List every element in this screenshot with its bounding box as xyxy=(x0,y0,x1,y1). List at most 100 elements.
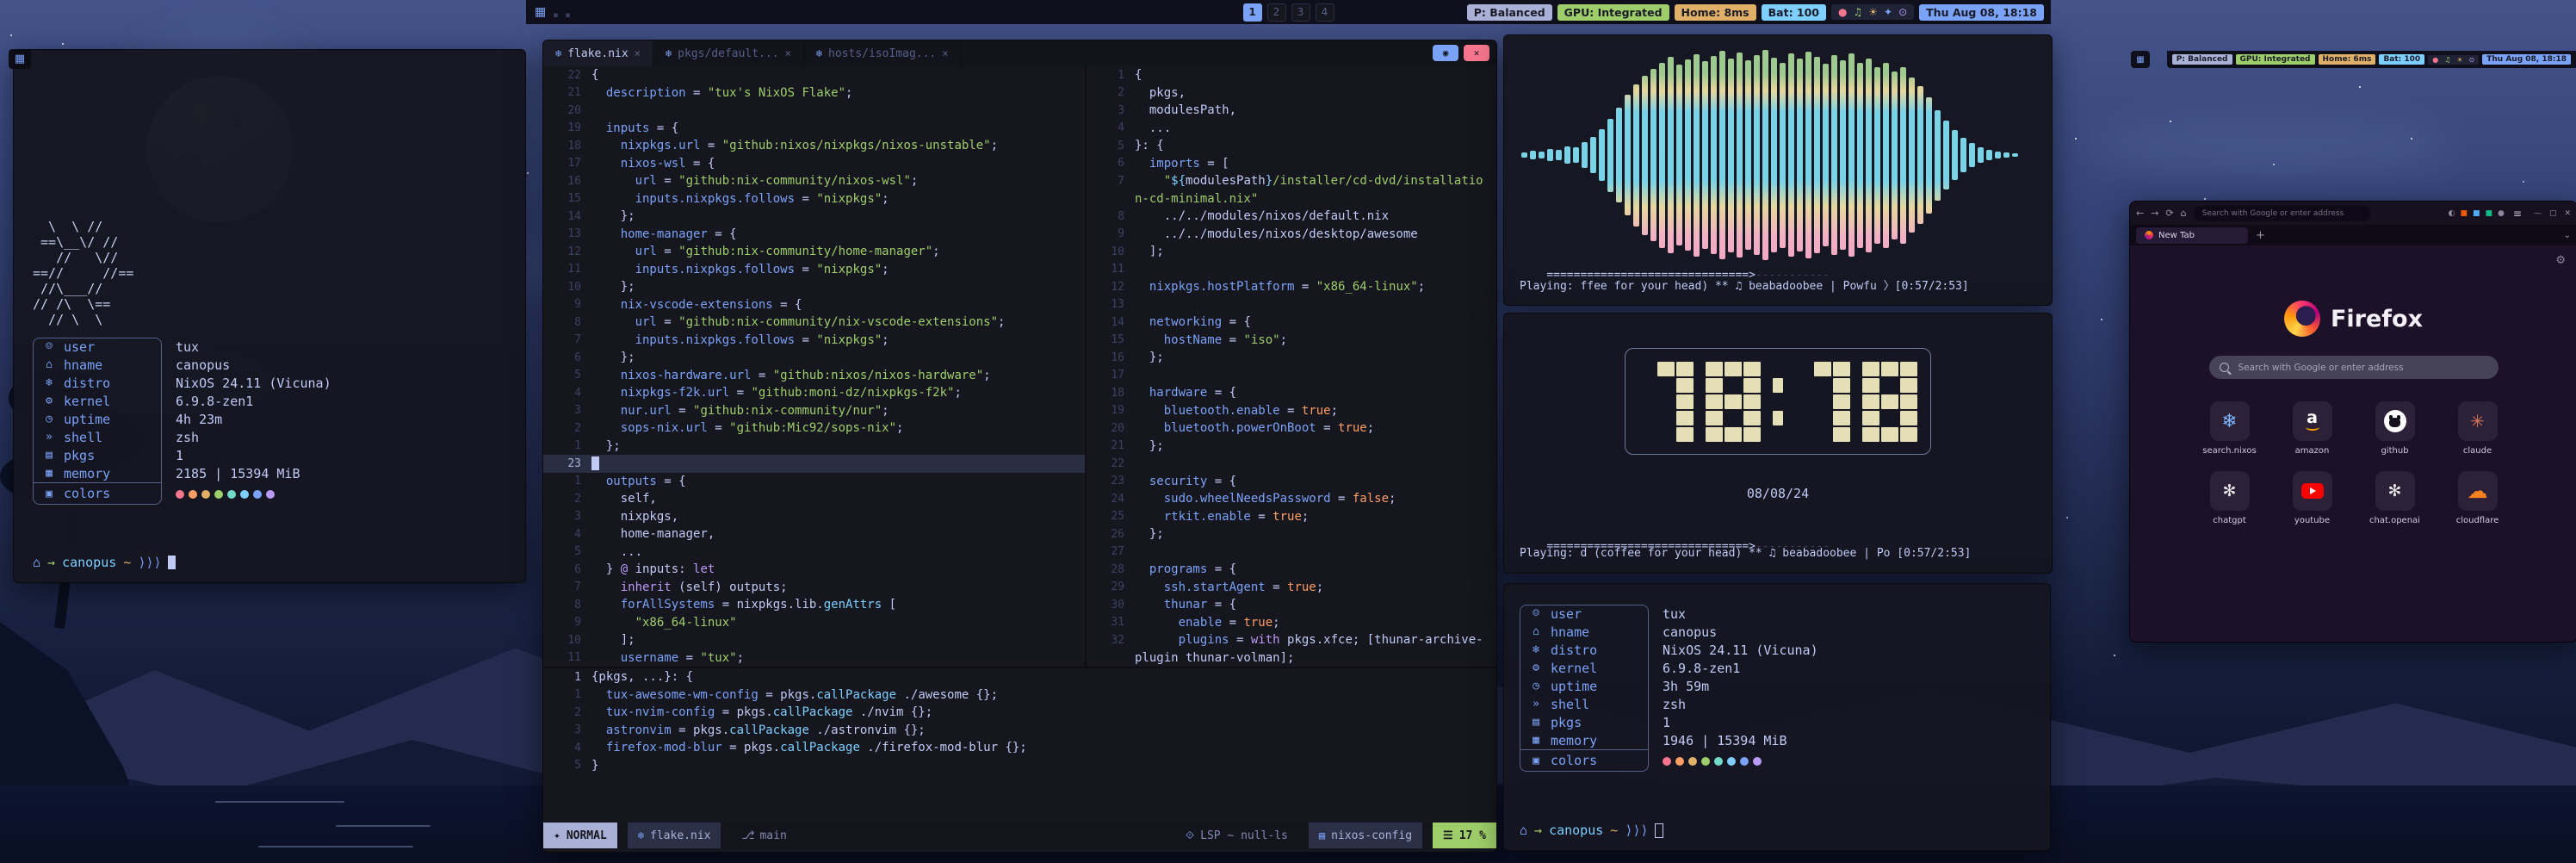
arrow-icon: → xyxy=(47,555,55,570)
workspace-tag-3[interactable]: 3 xyxy=(1291,3,1310,22)
code-text: description = "tux's NixOS Flake"; xyxy=(591,86,852,100)
workspace-tag-1[interactable]: 1 xyxy=(1243,3,1262,22)
visualizer-bar xyxy=(1539,152,1545,158)
visualizer-bar xyxy=(1616,108,1622,202)
new-tab-button[interactable]: + xyxy=(2256,229,2265,242)
window-close-button[interactable]: ✕ xyxy=(1464,45,1489,61)
shortcut-claude[interactable]: ✳claude xyxy=(2443,401,2512,456)
tray-icon[interactable]: ⊙ xyxy=(2469,56,2475,64)
code-line: 2 self, xyxy=(543,490,1085,508)
clock-cell xyxy=(1725,427,1742,442)
status-widget: Bat: 100 xyxy=(1762,4,1826,21)
clock-cell xyxy=(1657,378,1675,393)
extension-icon[interactable]: ■ xyxy=(2486,209,2493,218)
line-number: 17 xyxy=(1087,369,1135,382)
clock-cell xyxy=(1657,362,1675,376)
tray-icon[interactable]: ⊙ xyxy=(1898,6,1907,18)
pkgs-icon: ▤ xyxy=(1528,716,1544,729)
line-number: 23 xyxy=(543,457,591,470)
shortcut-chatgpt[interactable]: ✻chatgpt xyxy=(2195,471,2264,525)
close-button[interactable]: ✕ xyxy=(2564,209,2571,218)
fetch-value: 1 xyxy=(1663,715,1670,730)
clock-date: 08/08/24 xyxy=(1504,486,2052,501)
code-token: "github:nixos/nixpkgs/nixos-unstable" xyxy=(722,139,991,152)
home-button[interactable]: ⌂ xyxy=(2181,208,2187,219)
fetch-row: ❄distroNixOS 24.11 (Vicuna) xyxy=(1520,641,2034,659)
code-line: 10 }; xyxy=(543,278,1085,296)
tab-close-icon[interactable]: × xyxy=(785,47,791,59)
extension-icon[interactable]: ◐ xyxy=(2449,209,2455,218)
editor-tab-pkgs/default...[interactable]: ❄pkgs/default...× xyxy=(653,40,804,66)
shortcut-label: chatgpt xyxy=(2213,516,2246,525)
extension-icon[interactable]: ■ xyxy=(2460,209,2468,218)
editor-pane-hosts-iso[interactable]: 1{2 pkgs,3 modulesPath,4 ...5}: {6 impor… xyxy=(1087,66,1496,667)
tray-icon[interactable]: ● xyxy=(1838,6,1847,18)
tray-icon[interactable]: ☀ xyxy=(1868,6,1878,18)
code-token: } xyxy=(591,562,621,576)
code-line: 21 description = "tux's NixOS Flake"; xyxy=(543,84,1085,102)
layout-icon: ▪ xyxy=(565,11,570,20)
shortcut-github[interactable]: github xyxy=(2361,401,2430,456)
launcher-button-left[interactable]: ▦ xyxy=(9,49,31,69)
file-segment: ❄ flake.nix xyxy=(628,823,721,848)
shortcut-search.nixos[interactable]: ❄search.nixos xyxy=(2195,401,2264,456)
newtab-search-bar[interactable] xyxy=(2209,356,2499,379)
code-token: = xyxy=(657,245,678,258)
code-token: = xyxy=(700,139,721,152)
code-token: = { xyxy=(773,298,802,312)
tab-new-tab[interactable]: New Tab xyxy=(2136,227,2248,244)
workspace-tag-2[interactable]: 2 xyxy=(1267,3,1286,22)
forward-button[interactable]: → xyxy=(2151,208,2158,219)
clock-cell xyxy=(1814,362,1831,376)
maximize-button[interactable]: ▢ xyxy=(2549,209,2557,218)
code-line: 2 tux-nvim-config = pkgs.callPackage ./n… xyxy=(543,704,1496,722)
fetch-value: 1946 | 15394 MiB xyxy=(1663,733,1787,748)
editor-tab-hosts/isoImag...[interactable]: ❄hosts/isoImag...× xyxy=(804,40,962,66)
clock-cell xyxy=(1773,411,1783,425)
back-button[interactable]: ← xyxy=(2136,208,2144,219)
minimize-button[interactable]: — xyxy=(2534,209,2542,218)
extension-icon[interactable]: ■ xyxy=(2473,209,2480,218)
code-token: }; xyxy=(591,280,635,294)
extension-icon[interactable]: ● xyxy=(2498,209,2505,218)
water-reflection xyxy=(215,801,344,803)
line-number: 1 xyxy=(543,688,591,701)
shortcut-cloudflare[interactable]: ☁cloudflare xyxy=(2443,471,2512,525)
tray-icon[interactable]: ● xyxy=(2432,56,2438,64)
code-text: }: { xyxy=(1135,139,1164,152)
tab-overflow-chevron[interactable]: ⌄ xyxy=(2564,231,2571,240)
code-text: outputs = { xyxy=(591,475,686,488)
launcher-icon[interactable]: ▦ xyxy=(535,5,546,19)
tray-icon[interactable]: ♫ xyxy=(2444,56,2450,64)
tray-icon[interactable]: ♫ xyxy=(1854,6,1863,18)
fetch-row: ◷uptime3h 59m xyxy=(1520,677,2034,695)
fetch-label: kernel xyxy=(1551,661,1597,676)
editor-pane-flake-nix[interactable]: 22{21 description = "tux's NixOS Flake";… xyxy=(543,66,1085,667)
code-line: 15 inputs.nixpkgs.follows = "nixpkgs"; xyxy=(543,190,1085,208)
launcher-button-right[interactable]: ▦ xyxy=(2131,51,2150,68)
code-token: = xyxy=(1331,492,1353,506)
code-token: " xyxy=(1135,174,1171,188)
tab-close-icon[interactable]: × xyxy=(942,47,948,59)
code-line: 5} xyxy=(543,757,1496,775)
view-toggle-button[interactable]: ◉ xyxy=(1433,45,1458,61)
hamburger-menu-icon[interactable]: ≡ xyxy=(2513,208,2522,220)
code-token: = { xyxy=(686,157,715,171)
editor-tab-flake.nix[interactable]: ❄flake.nix× xyxy=(543,40,653,66)
search-input[interactable] xyxy=(2237,362,2488,374)
shortcut-amazon[interactable]: aamazon xyxy=(2278,401,2347,456)
shortcut-chat.openai[interactable]: ✻chat.openai xyxy=(2361,471,2430,525)
tray-icon[interactable]: ✦ xyxy=(1884,6,1892,18)
fetch-label-cell: ▦memory xyxy=(33,466,162,481)
tab-close-icon[interactable]: × xyxy=(635,47,641,59)
reload-button[interactable]: ⟳ xyxy=(2165,208,2173,219)
url-bar[interactable]: Search with Google or enter address xyxy=(2194,206,2370,221)
workspace-tag-4[interactable]: 4 xyxy=(1316,3,1334,22)
clock-cell xyxy=(1773,362,1783,376)
editor-pane-pkgs-default[interactable]: 1{pkgs, ...}: {1 tux-awesome-wm-config =… xyxy=(543,667,1496,823)
fetch-value: canopus xyxy=(1663,624,1717,640)
personalize-gear-icon[interactable]: ⚙ xyxy=(2555,254,2566,267)
visualizer-bar xyxy=(1995,152,2001,158)
tray-icon[interactable]: ☀ xyxy=(2456,56,2462,64)
shortcut-youtube[interactable]: youtube xyxy=(2278,471,2347,525)
